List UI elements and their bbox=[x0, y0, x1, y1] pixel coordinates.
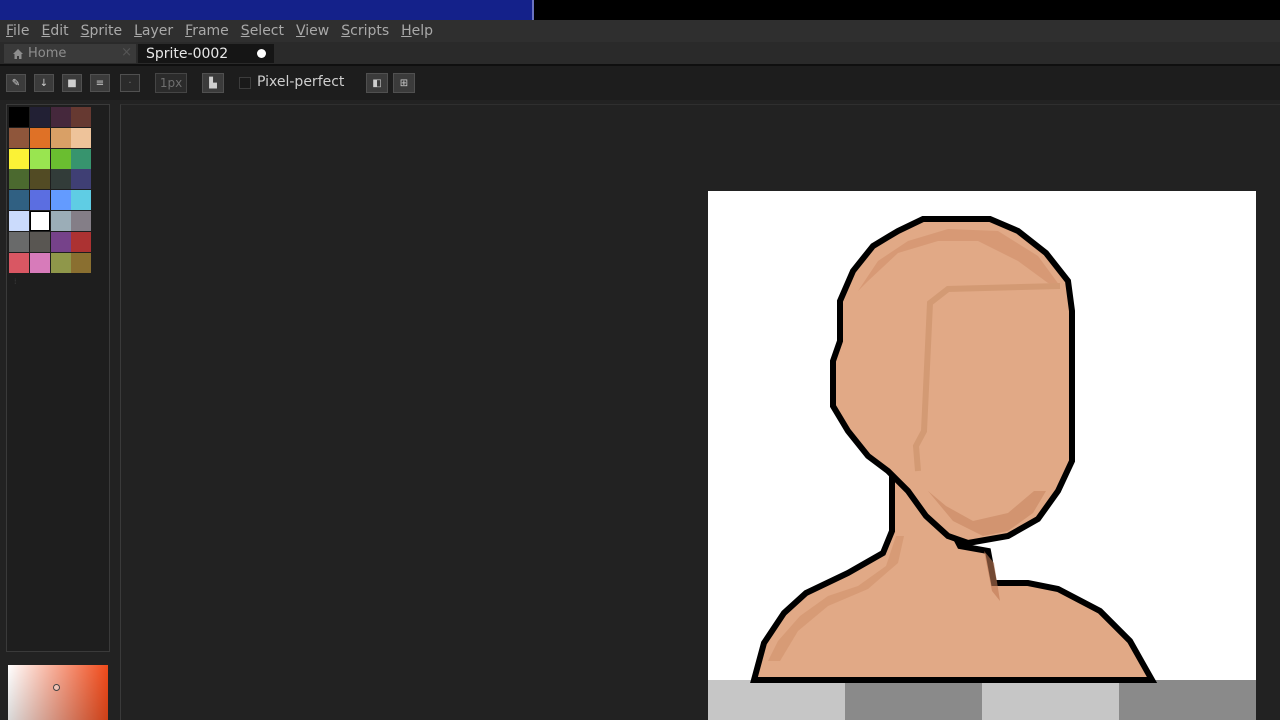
menu-edit[interactable]: Edit bbox=[35, 23, 74, 39]
palette-swatch[interactable] bbox=[50, 231, 71, 252]
palette-resize-handle[interactable]: ⁞ bbox=[14, 277, 17, 286]
palette-swatch[interactable] bbox=[50, 190, 71, 211]
menu-sprite[interactable]: Sprite bbox=[75, 23, 129, 39]
palette-swatch[interactable] bbox=[29, 231, 50, 252]
palette-swatch[interactable] bbox=[29, 127, 50, 148]
palette-swatch[interactable] bbox=[29, 210, 50, 231]
context-toolbar bbox=[0, 66, 1280, 100]
pixel-perfect-checkbox[interactable] bbox=[239, 77, 251, 89]
menu-view[interactable]: View bbox=[290, 23, 335, 39]
palette-swatch[interactable] bbox=[71, 148, 92, 169]
palette-swatch[interactable] bbox=[50, 127, 71, 148]
menu-select[interactable]: Select bbox=[235, 23, 290, 39]
palette-swatch[interactable] bbox=[9, 148, 29, 169]
tab-home[interactable]: Home × bbox=[4, 44, 136, 63]
sprite-drawing bbox=[708, 191, 1256, 720]
checker-tile-3 bbox=[982, 680, 1119, 720]
pencil-icon[interactable]: ✎ bbox=[6, 74, 26, 92]
color-picker-cursor[interactable] bbox=[53, 684, 60, 691]
palette-swatch[interactable] bbox=[71, 127, 92, 148]
palette-swatch[interactable] bbox=[9, 190, 29, 211]
home-icon bbox=[13, 48, 23, 59]
color-palette bbox=[9, 107, 93, 273]
menu-layer[interactable]: Layer bbox=[128, 23, 179, 39]
palette-swatch[interactable] bbox=[71, 190, 92, 211]
square-icon[interactable]: ■ bbox=[62, 74, 82, 92]
brush-size-field[interactable]: 1px bbox=[155, 73, 187, 93]
title-bar bbox=[0, 0, 534, 20]
palette-swatch[interactable] bbox=[29, 169, 50, 190]
symmetry-mode-icon[interactable]: ⊞ bbox=[393, 73, 415, 93]
ink-icon[interactable]: ▙ bbox=[202, 73, 224, 93]
palette-swatch[interactable] bbox=[50, 107, 71, 127]
palette-swatch[interactable] bbox=[50, 210, 71, 231]
palette-swatch[interactable] bbox=[9, 231, 29, 252]
checker-tile-2 bbox=[845, 680, 982, 720]
palette-swatch[interactable] bbox=[71, 107, 92, 127]
color-picker-spectrum[interactable] bbox=[8, 665, 108, 720]
palette-swatch[interactable] bbox=[29, 190, 50, 211]
tab-home-label: Home bbox=[28, 46, 67, 61]
palette-swatch[interactable] bbox=[50, 148, 71, 169]
palette-swatch[interactable] bbox=[9, 127, 29, 148]
menu-file[interactable]: File bbox=[0, 23, 35, 39]
pixel-perfect-label: Pixel-perfect bbox=[257, 74, 345, 90]
menu-help[interactable]: Help bbox=[395, 23, 439, 39]
tab-home-close-icon[interactable]: × bbox=[121, 45, 132, 60]
arrow-down-icon[interactable]: ↓ bbox=[34, 74, 54, 92]
palette-swatch[interactable] bbox=[71, 210, 92, 231]
palette-swatch[interactable] bbox=[9, 169, 29, 190]
palette-swatch[interactable] bbox=[29, 252, 50, 273]
tab-sprite-label: Sprite-0002 bbox=[146, 45, 229, 62]
palette-swatch[interactable] bbox=[71, 252, 92, 273]
palette-swatch[interactable] bbox=[71, 231, 92, 252]
palette-swatch[interactable] bbox=[9, 252, 29, 273]
checker-tile-4 bbox=[1119, 680, 1256, 720]
checker-tile-1 bbox=[708, 680, 845, 720]
palette-swatch[interactable] bbox=[50, 252, 71, 273]
tab-bar: Home × Sprite-0002 bbox=[0, 42, 1280, 66]
unsaved-dot-icon[interactable] bbox=[257, 49, 266, 58]
symmetry-icon[interactable]: ◧ bbox=[366, 73, 388, 93]
palette-swatch[interactable] bbox=[9, 210, 29, 231]
palette-swatch[interactable] bbox=[50, 169, 71, 190]
menu-bar: File Edit Sprite Layer Frame Select View… bbox=[0, 20, 1280, 42]
palette-swatch[interactable] bbox=[9, 107, 29, 127]
palette-swatch[interactable] bbox=[29, 107, 50, 127]
palette-swatch[interactable] bbox=[71, 169, 92, 190]
menu-icon[interactable]: ≡ bbox=[90, 74, 110, 92]
tab-sprite-0002[interactable]: Sprite-0002 bbox=[138, 44, 274, 63]
palette-swatch[interactable] bbox=[29, 148, 50, 169]
sprite-canvas[interactable] bbox=[708, 191, 1256, 720]
brush-type-icon[interactable]: · bbox=[120, 74, 140, 92]
menu-frame[interactable]: Frame bbox=[179, 23, 235, 39]
menu-scripts[interactable]: Scripts bbox=[335, 23, 395, 39]
